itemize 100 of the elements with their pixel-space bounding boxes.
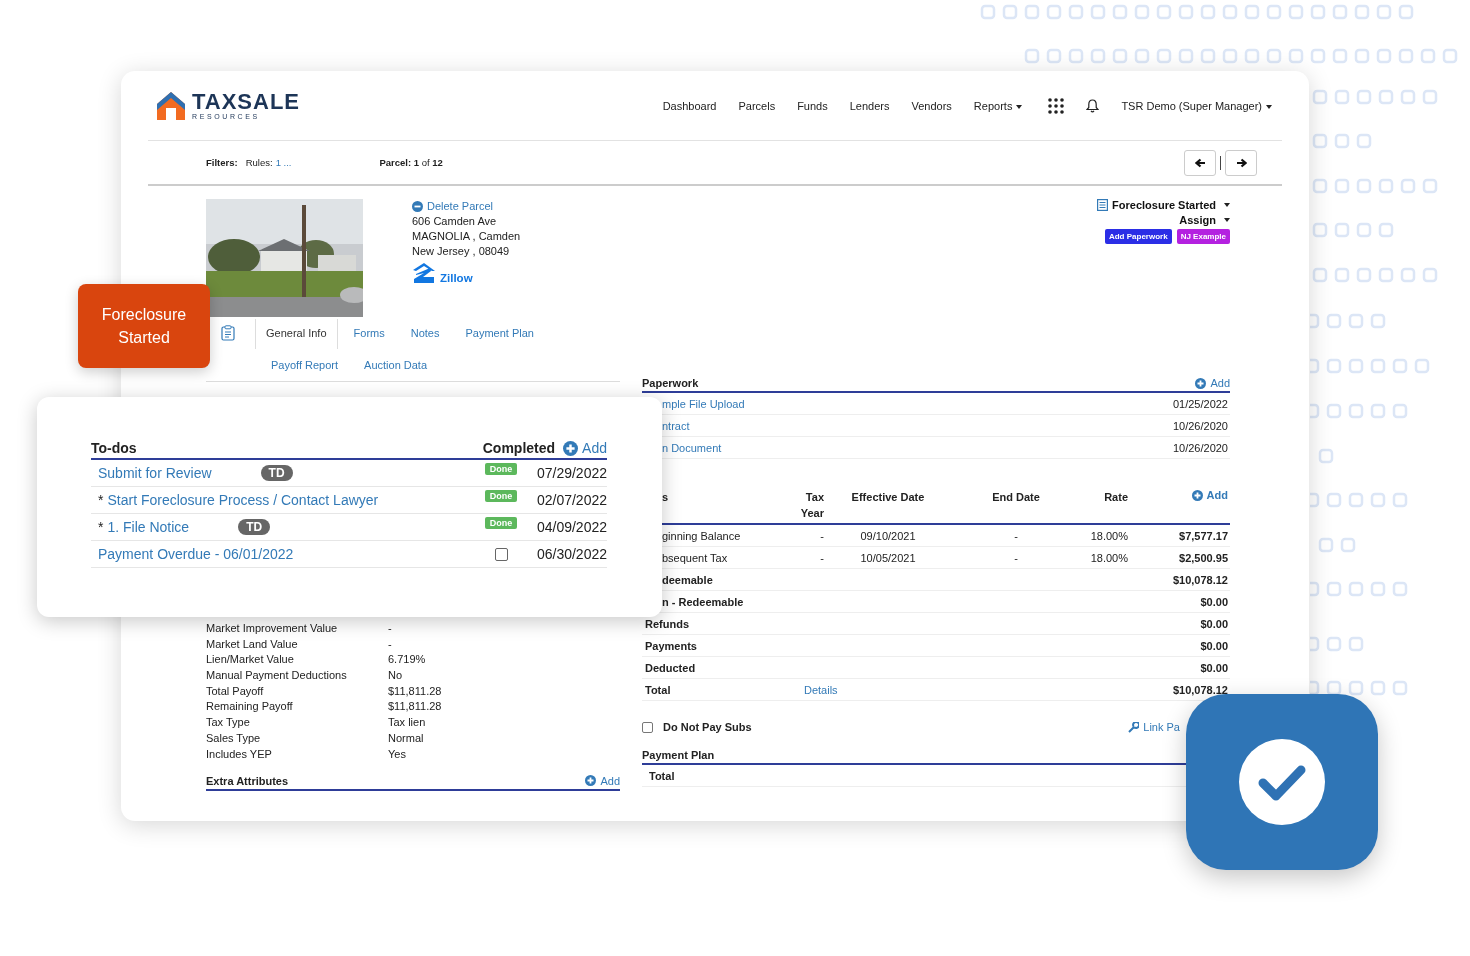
add-link[interactable]: Add: [1195, 377, 1230, 389]
status-badge: Foreclosure Started: [78, 284, 210, 368]
detail-label: Sales Type: [206, 731, 262, 746]
done-label: Done: [484, 490, 518, 502]
table-cell-text: -: [1013, 551, 1019, 564]
zillow-link[interactable]: Zillow: [412, 262, 521, 284]
section-title: Payment Plan: [642, 749, 715, 761]
document-link[interactable]: ntract: [662, 419, 690, 432]
nav-link[interactable]: Funds: [797, 99, 828, 112]
row-label: Refunds: [644, 617, 689, 630]
bell-icon[interactable]: [1086, 98, 1100, 113]
add-link[interactable]: Add: [563, 440, 607, 456]
left-arrow-icon: [1194, 157, 1206, 168]
table-cell: -: [820, 551, 824, 564]
document-link[interactable]: n Document: [662, 441, 722, 454]
z-logo-icon: [412, 262, 436, 284]
column-header: End Date: [991, 490, 1041, 505]
todos-title: To-dos: [91, 440, 137, 456]
checkbox[interactable]: [494, 547, 508, 561]
checkbox-label: Do Not Pay Subs: [663, 721, 752, 733]
done-label: Done: [484, 463, 518, 475]
assign-dropdown[interactable]: Assign: [1179, 214, 1230, 226]
row-label: n - Redeemable: [661, 595, 744, 608]
todo-link[interactable]: Submit for Review: [98, 465, 212, 481]
column-header: Tax Year: [799, 490, 824, 521]
logo-wordmark: TAXSALE: [192, 91, 301, 113]
amount-cell-text: $10,078.12: [1172, 573, 1229, 586]
delete-parcel-link[interactable]: Delete Parcel: [412, 200, 521, 212]
clipboard-icon[interactable]: [221, 325, 235, 341]
link-button[interactable]: Link Pa: [1128, 721, 1180, 733]
detail-label: Remaining Payoff: [206, 700, 294, 714]
tab[interactable]: Payoff Report: [261, 351, 349, 379]
rules-link[interactable]: 1 ...: [275, 157, 292, 168]
detail-label: Lien/Market Value: [206, 653, 295, 667]
date-cell: 04/09/2022: [535, 519, 607, 535]
row-label: Payments: [644, 639, 697, 652]
status-button[interactable]: Add Paperwork: [1104, 229, 1172, 244]
required-marker: *: [98, 519, 104, 535]
date-cell: 02/07/2022: [535, 492, 607, 508]
nav-link[interactable]: Vendors: [911, 99, 952, 112]
next-button[interactable]: [1225, 149, 1257, 176]
detail-value: No: [388, 669, 404, 683]
detail-value: -: [388, 622, 393, 636]
table-cell-text: 10/05/2021: [859, 551, 917, 564]
nav-link[interactable]: Reports: [973, 99, 1023, 112]
detail-label: Includes YEP: [206, 747, 273, 761]
tab[interactable]: Forms: [343, 319, 395, 347]
amount-cell-text: $0.00: [1200, 639, 1229, 652]
status-button[interactable]: NJ Example: [1176, 229, 1230, 244]
house-logo-icon: [155, 89, 187, 122]
column-header: Completed: [482, 440, 556, 456]
tab[interactable]: General Info: [255, 319, 338, 349]
assignee-tag: TD: [260, 465, 293, 481]
amount-cell-text: $0.00: [1200, 595, 1229, 608]
document-link[interactable]: mple File Upload: [662, 397, 745, 410]
nav-link[interactable]: Parcels: [738, 99, 776, 112]
nav-link[interactable]: Lenders: [849, 99, 890, 112]
document-date: 10/26/2020: [1172, 441, 1228, 454]
checkmark-circle-icon: [1239, 739, 1325, 825]
plus-circle-icon: [1191, 489, 1203, 501]
section-title: Extra Attributes: [206, 774, 289, 787]
detail-label: Tax Type: [206, 716, 251, 730]
detail-label: Manual Payment Deductions: [206, 669, 348, 683]
address-line: 606 Camden Ave: [412, 215, 498, 227]
detail-value: Yes: [388, 747, 407, 761]
detail-value: $11,811.28: [388, 684, 443, 699]
amount-cell-text: $10,078.12: [1172, 683, 1229, 696]
todo-link[interactable]: 1. File Notice: [107, 519, 190, 535]
details-link[interactable]: Details: [762, 683, 1128, 696]
address-line: New Jersey , 08049: [412, 245, 511, 257]
add-link[interactable]: Add: [585, 774, 620, 787]
user-menu[interactable]: TSR Demo (Super Manager): [1121, 99, 1272, 112]
table-cell-text: -: [1013, 529, 1019, 542]
nav-link[interactable]: Dashboard: [662, 99, 717, 112]
table-cell: -: [820, 529, 824, 542]
parcel-counter: Parcel: 1 of 12: [379, 157, 443, 168]
minus-circle-icon: [412, 200, 423, 212]
table-cell-text: 18.00%: [1089, 529, 1128, 542]
add-link[interactable]: Add: [1191, 489, 1230, 501]
document-date: 10/26/2020: [1172, 419, 1228, 432]
tab[interactable]: Notes: [400, 319, 450, 347]
amount-cell-text: $0.00: [1200, 617, 1229, 630]
assignee-tag: TD: [238, 519, 271, 535]
row-label: bsequent Tax: [661, 551, 728, 564]
detail-label: Total Payoff: [206, 684, 265, 699]
todo-link[interactable]: Payment Overdue - 06/01/2022: [98, 546, 294, 562]
date-cell: 06/30/2022: [535, 546, 607, 562]
previous-button[interactable]: [1184, 149, 1216, 176]
amount-cell-text: $0.00: [1200, 661, 1229, 674]
checkbox[interactable]: [642, 721, 653, 733]
row-label: Total: [648, 769, 675, 782]
done-label: Done: [484, 517, 518, 529]
tab[interactable]: Payment Plan: [455, 319, 544, 347]
apps-grid-icon[interactable]: [1048, 97, 1065, 114]
todo-link[interactable]: Start Foreclosure Process / Contact Lawyer: [107, 492, 379, 508]
detail-label: Market Land Value: [206, 637, 299, 651]
status-dropdown[interactable]: Foreclosure Started: [1097, 199, 1230, 211]
amount-cell-text: $2,500.95: [1179, 551, 1229, 564]
tab[interactable]: Auction Data: [354, 351, 438, 379]
row-label: Total: [644, 683, 671, 696]
